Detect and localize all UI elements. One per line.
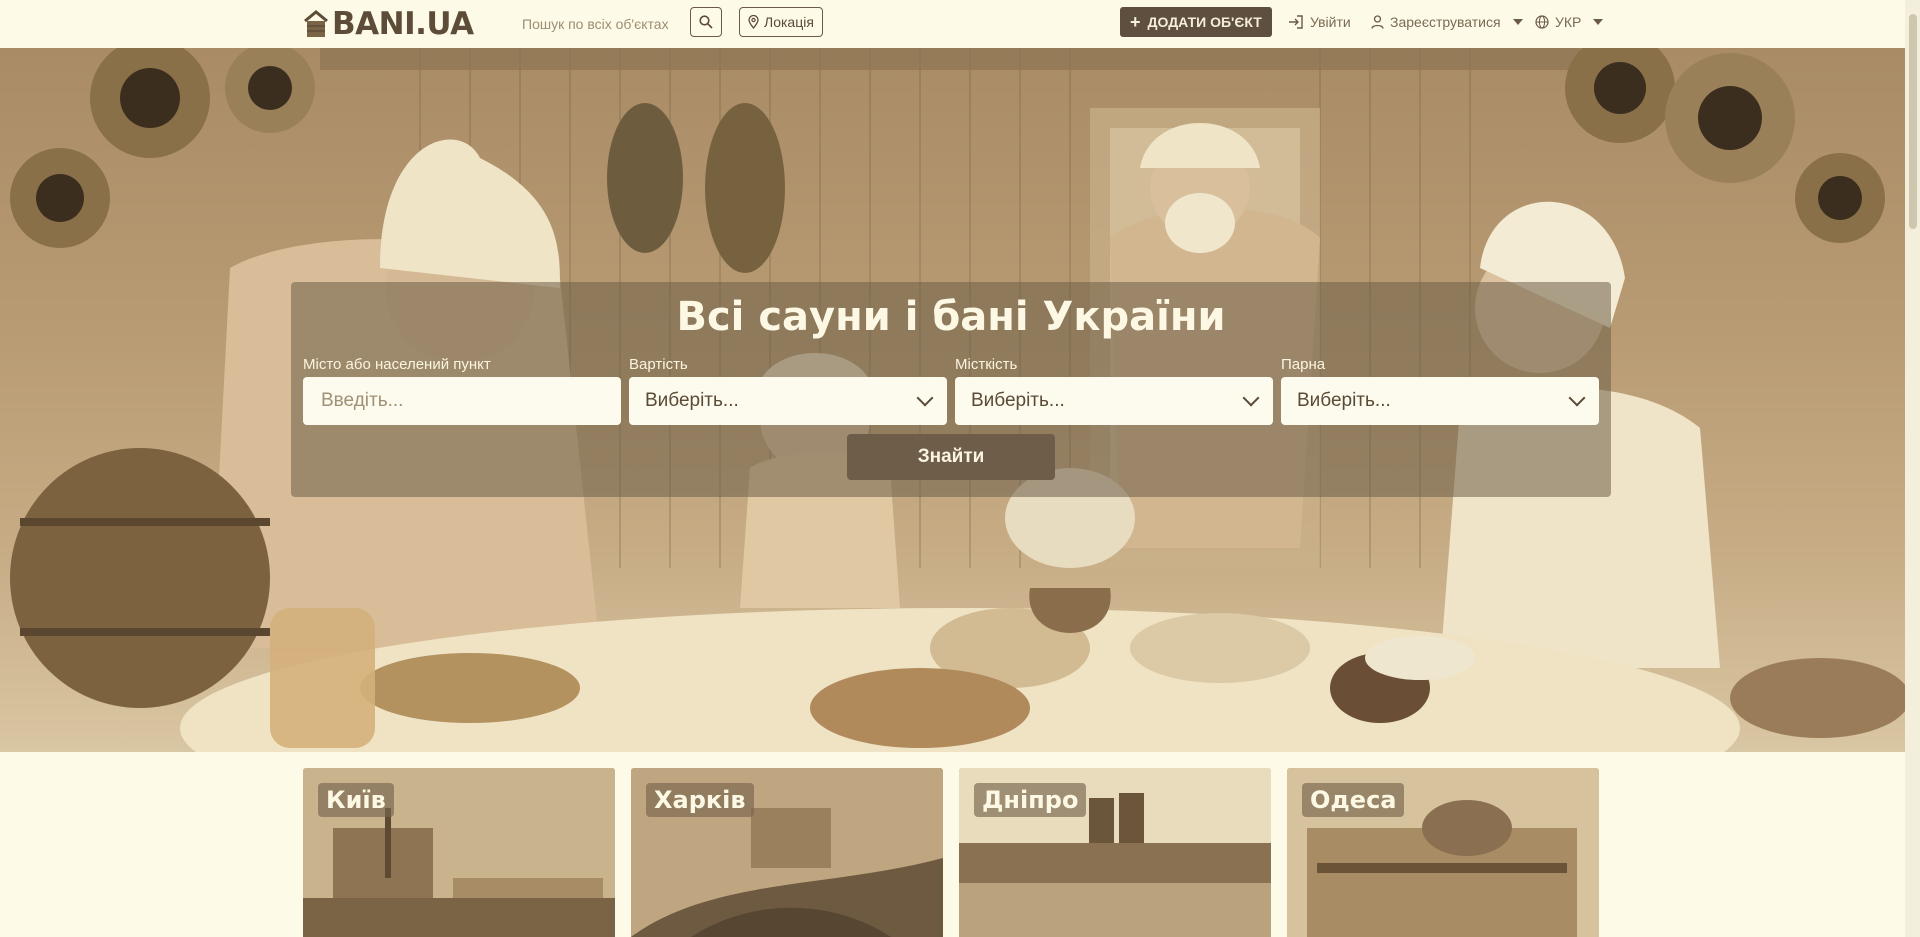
hero-banner: Всі сауни і бані України Місто або насел… <box>0 48 1905 752</box>
find-button[interactable]: Знайти <box>847 434 1055 480</box>
price-select-value: Виберіть... <box>645 390 739 411</box>
chevron-down-icon <box>1593 19 1604 25</box>
bathhouse-logo-icon <box>304 10 328 37</box>
city-name: Київ <box>318 783 394 817</box>
hero-title: Всі сауни і бані України <box>676 294 1226 340</box>
location-label: Локація <box>764 14 814 30</box>
add-listing-button[interactable]: + ДОДАТИ ОБ'ЄКТ <box>1120 7 1272 37</box>
map-pin-icon <box>748 15 759 29</box>
chevron-down-icon <box>1512 19 1523 25</box>
steam-field-label: Парна <box>1281 356 1326 373</box>
city-card-kyiv[interactable]: Київ <box>303 768 615 937</box>
chevron-down-icon <box>1242 389 1260 407</box>
capacity-select-value: Виберіть... <box>971 390 1065 411</box>
register-label: Зареєструватися <box>1390 14 1501 30</box>
city-name: Харків <box>646 783 754 817</box>
steam-select-value: Виберіть... <box>1297 390 1391 411</box>
city-field[interactable] <box>303 377 621 425</box>
city-name: Одеса <box>1302 783 1405 817</box>
steam-select[interactable]: Виберіть... <box>1281 377 1599 425</box>
logo-text: BANI.UA <box>332 6 474 42</box>
language-menu[interactable]: УКР <box>1535 7 1604 37</box>
search-button[interactable] <box>690 7 722 37</box>
scrollbar-thumb[interactable] <box>1909 14 1917 229</box>
sign-in-icon <box>1289 15 1303 29</box>
price-select[interactable]: Виберіть... <box>629 377 947 425</box>
chevron-down-icon <box>1568 389 1586 407</box>
city-card-kharkiv[interactable]: Харків <box>631 768 943 937</box>
price-field-label: Вартість <box>629 356 688 373</box>
capacity-field-label: Місткість <box>955 356 1018 373</box>
user-icon <box>1371 15 1384 29</box>
city-card-odesa[interactable]: Одеса <box>1287 768 1599 937</box>
capacity-select[interactable]: Виберіть... <box>955 377 1273 425</box>
top-navbar: BANI.UA Локація + ДОДАТИ ОБ'ЄКТ Увійти З… <box>0 0 1905 48</box>
site-logo[interactable]: BANI.UA <box>302 4 474 44</box>
plus-icon: + <box>1130 12 1141 32</box>
chevron-down-icon <box>916 389 934 407</box>
login-link[interactable]: Увійти <box>1288 7 1351 37</box>
city-field-label: Місто або населений пункт <box>303 356 491 373</box>
add-listing-label: ДОДАТИ ОБ'ЄКТ <box>1147 14 1262 30</box>
login-label: Увійти <box>1310 14 1351 30</box>
register-menu[interactable]: Зареєструватися <box>1371 7 1523 37</box>
city-name: Дніпро <box>974 783 1087 817</box>
page-scrollbar[interactable] <box>1905 0 1920 937</box>
global-search-input[interactable] <box>520 10 684 38</box>
location-button[interactable]: Локація <box>739 7 823 37</box>
search-panel: Всі сауни і бані України Місто або насел… <box>291 282 1611 497</box>
city-card-dnipro[interactable]: Дніпро <box>959 768 1271 937</box>
search-icon <box>699 15 713 29</box>
globe-icon <box>1535 15 1549 29</box>
language-label: УКР <box>1555 14 1582 30</box>
city-input[interactable] <box>319 389 605 413</box>
